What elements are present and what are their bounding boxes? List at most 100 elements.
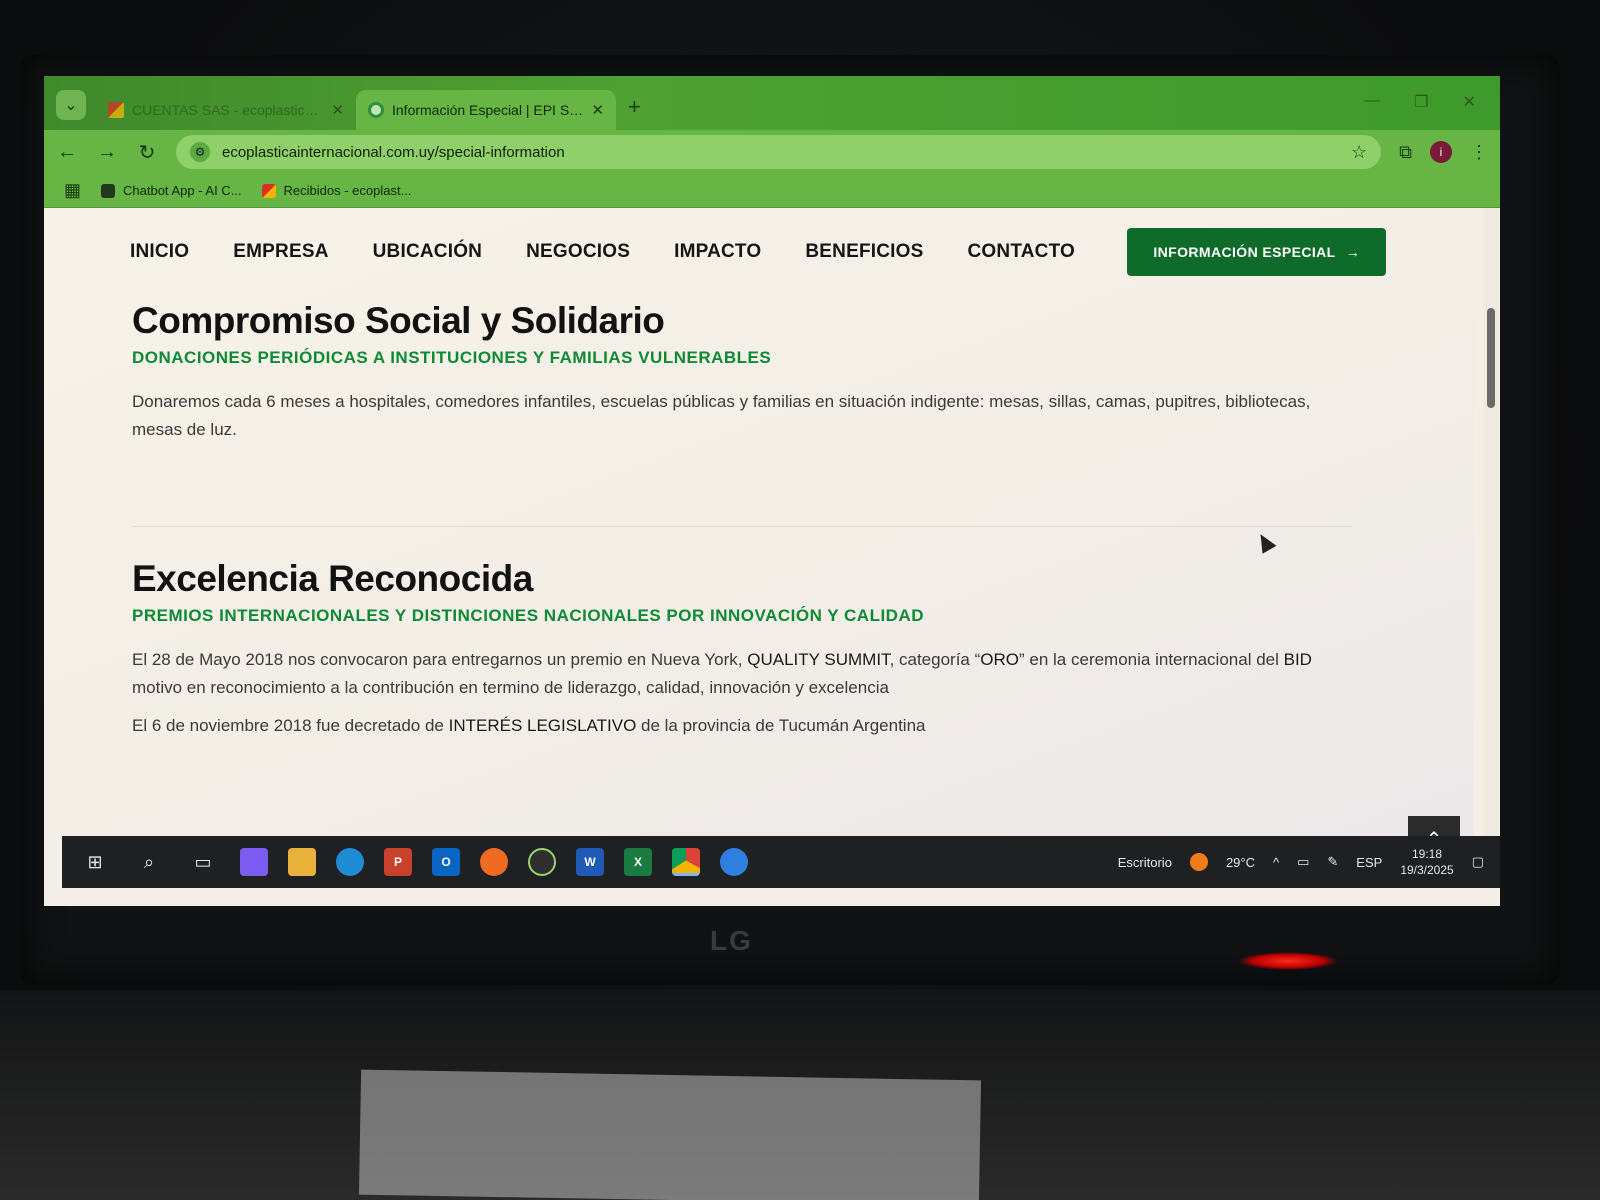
photo-background: ⌄ CUENTAS SAS - ecoplasticaint ✕ Informa… <box>0 0 1600 1200</box>
bookmarks-bar: ▦ Chatbot App - AI C... Recibidos - ecop… <box>44 174 1500 208</box>
nav-empresa[interactable]: EMPRESA <box>233 241 328 263</box>
excel-icon[interactable]: X <box>624 848 652 876</box>
file-explorer-icon[interactable] <box>288 848 316 876</box>
copilot-icon[interactable] <box>240 848 268 876</box>
temperature[interactable]: 29°C <box>1226 855 1255 870</box>
nav-contacto[interactable]: CONTACTO <box>968 241 1076 263</box>
pen-icon[interactable]: ✎ <box>1327 854 1338 870</box>
browser-toolbar: ← → ↻ ⚙ ecoplasticainternacional.com.uy/… <box>44 130 1500 174</box>
section-subtitle: PREMIOS INTERNACIONALES Y DISTINCIONES N… <box>132 606 925 625</box>
notifications-icon[interactable]: ▢ <box>1472 854 1484 870</box>
bid-text: BID <box>1283 650 1312 669</box>
site-favicon-icon <box>368 102 384 118</box>
informacion-especial-button[interactable]: INFORMACIÓN ESPECIAL → <box>1127 228 1386 276</box>
tab-informacion-especial[interactable]: Información Especial | EPI S. A. ✕ <box>356 90 616 130</box>
app-icon[interactable] <box>528 848 556 876</box>
reload-icon[interactable]: ↻ <box>136 140 158 165</box>
network-icon[interactable]: ▭ <box>1297 854 1309 870</box>
bullet-text: de la provincia de Tucumán Argentina <box>636 716 926 735</box>
body-text: , categoría “ <box>889 650 981 669</box>
maximize-icon[interactable]: ❐ <box>1414 92 1428 112</box>
nav-beneficios[interactable]: BENEFICIOS <box>805 241 923 263</box>
new-tab-icon[interactable]: + <box>628 94 641 120</box>
time: 19:18 <box>1411 847 1443 861</box>
monitor-screen: ⌄ CUENTAS SAS - ecoplasticaint ✕ Informa… <box>44 76 1500 906</box>
nav-impacto[interactable]: IMPACTO <box>674 241 761 263</box>
chevron-up-icon[interactable]: ^ <box>1273 855 1279 870</box>
section-body: El 28 de Mayo 2018 nos convocaron para e… <box>132 646 1362 702</box>
tab-title: CUENTAS SAS - ecoplasticaint <box>132 102 324 118</box>
desktop-toolbar-label[interactable]: Escritorio <box>1118 855 1172 870</box>
tab-search-icon[interactable]: ⌄ <box>56 90 86 120</box>
chrome-icon[interactable] <box>672 848 700 876</box>
profile-avatar[interactable]: i <box>1430 141 1452 163</box>
bookmark-label: Chatbot App - AI C... <box>123 183 242 198</box>
body-text: motivo en reconocimiento a la contribuci… <box>132 678 889 697</box>
word-icon[interactable]: W <box>576 848 604 876</box>
weather-icon <box>1189 853 1208 871</box>
site-nav: INICIO EMPRESA UBICACIÓN NEGOCIOS IMPACT… <box>130 222 1386 282</box>
nav-ubicacion[interactable]: UBICACIÓN <box>373 241 482 263</box>
gmail-icon <box>261 183 276 198</box>
firefox-icon[interactable] <box>480 848 508 876</box>
edge-icon[interactable] <box>336 848 364 876</box>
cta-label: INFORMACIÓN ESPECIAL <box>1153 244 1336 260</box>
section-compromiso: Compromiso Social y Solidario DONACIONES… <box>132 300 1362 444</box>
date: 19/3/2025 <box>1400 863 1454 877</box>
monitor-logo: LG <box>710 925 753 956</box>
bookmark-star-icon[interactable]: ☆ <box>1351 142 1367 163</box>
app-icon[interactable] <box>720 848 748 876</box>
chatbot-icon <box>101 183 116 198</box>
interes-legislativo-text: INTERÉS LEGISLATIVO <box>448 716 637 735</box>
apps-grid-icon[interactable]: ▦ <box>64 180 81 201</box>
bookmark-chatbot[interactable]: Chatbot App - AI C... <box>101 183 242 198</box>
section-title: Compromiso Social y Solidario <box>132 300 665 341</box>
url-text[interactable]: ecoplasticainternacional.com.uy/special-… <box>222 144 1339 161</box>
tab-cuentas[interactable]: CUENTAS SAS - ecoplasticaint ✕ <box>96 90 356 130</box>
close-icon[interactable]: ✕ <box>331 101 344 119</box>
extensions-icon[interactable]: ⧉ <box>1399 142 1412 163</box>
section-title: Excelencia Reconocida <box>132 558 533 599</box>
bullet-text: El 6 de noviembre 2018 fue decretado de <box>132 716 449 735</box>
mouse-cursor-icon <box>1253 530 1277 554</box>
power-led <box>1238 952 1338 970</box>
address-bar[interactable]: ⚙ ecoplasticainternacional.com.uy/specia… <box>176 135 1382 169</box>
powerpoint-icon[interactable]: P <box>384 848 412 876</box>
quality-summit-text: QUALITY SUMMIT <box>747 650 890 669</box>
close-icon[interactable]: ✕ <box>591 101 604 119</box>
windows-taskbar: ⊞ ⌕ ▭ P O W X Escritorio 29°C ^ ▭ ✎ ESP <box>62 836 1500 888</box>
web-page: INICIO EMPRESA UBICACIÓN NEGOCIOS IMPACT… <box>44 208 1474 838</box>
task-view-icon[interactable]: ▭ <box>186 845 220 879</box>
scroll-thumb[interactable] <box>1487 308 1495 408</box>
tab-strip: ⌄ CUENTAS SAS - ecoplasticaint ✕ Informa… <box>44 76 1500 130</box>
handwritten-note <box>358 1069 982 1200</box>
nav-negocios[interactable]: NEGOCIOS <box>526 241 630 263</box>
page-scrollbar[interactable] <box>1484 208 1498 838</box>
gmail-icon <box>108 102 124 118</box>
body-text: El 28 de Mayo 2018 nos convocaron para e… <box>132 650 748 669</box>
arrow-right-icon: → <box>1345 244 1360 260</box>
close-window-icon[interactable]: ✕ <box>1463 92 1476 112</box>
tab-title: Información Especial | EPI S. A. <box>392 102 584 118</box>
search-icon[interactable]: ⌕ <box>132 845 166 879</box>
outlook-icon[interactable]: O <box>432 848 460 876</box>
language-indicator[interactable]: ESP <box>1356 855 1382 870</box>
section-subtitle: DONACIONES PERIÓDICAS A INSTITUCIONES Y … <box>132 348 772 367</box>
bookmark-recibidos[interactable]: Recibidos - ecoplast... <box>261 183 411 198</box>
section-excelencia: Excelencia Reconocida PREMIOS INTERNACIO… <box>132 558 1362 736</box>
minimize-icon[interactable]: — <box>1364 92 1380 112</box>
site-info-icon[interactable]: ⚙ <box>190 142 210 162</box>
windows-start-icon[interactable]: ⊞ <box>78 845 112 879</box>
window-controls: — ❐ ✕ <box>1364 92 1500 130</box>
oro-text: ORO <box>980 650 1020 669</box>
clock[interactable]: 19:18 19/3/2025 <box>1400 846 1453 878</box>
section-divider <box>132 526 1352 527</box>
system-tray: Escritorio 29°C ^ ▭ ✎ ESP 19:18 19/3/202… <box>1118 846 1484 878</box>
list-item: El 6 de noviembre 2018 fue decretado de … <box>132 716 1362 736</box>
body-text: ” en la ceremonia internacional del <box>1019 650 1284 669</box>
forward-icon[interactable]: → <box>96 141 118 164</box>
nav-inicio[interactable]: INICIO <box>130 241 189 263</box>
back-icon[interactable]: ← <box>56 141 78 164</box>
section-body: Donaremos cada 6 meses a hospitales, com… <box>132 392 1311 439</box>
menu-kebab-icon[interactable]: ⋮ <box>1470 142 1488 163</box>
